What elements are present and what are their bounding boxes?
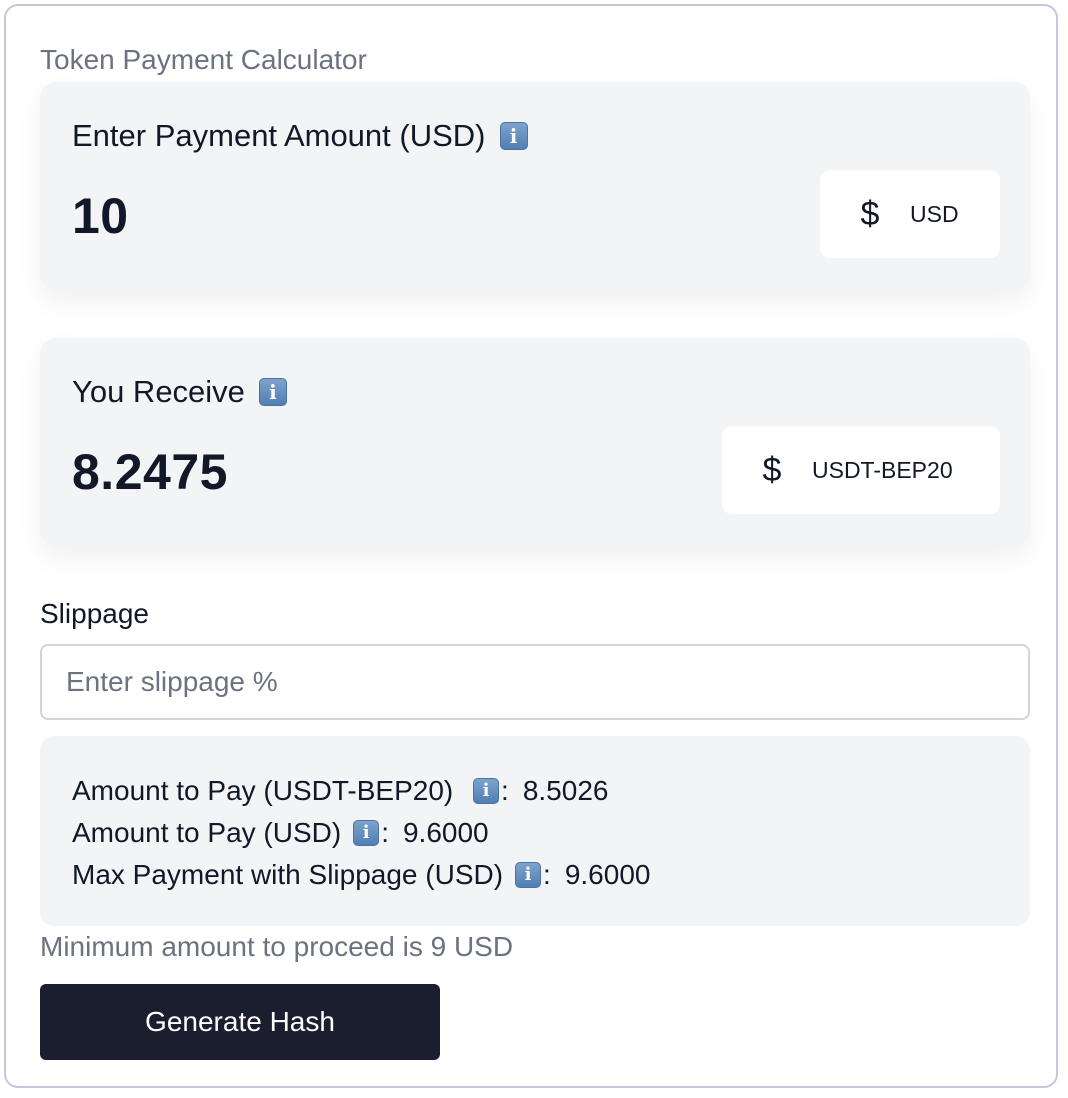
dollar-icon: $	[860, 195, 880, 233]
payment-amount-label: Enter Payment Amount (USD)	[72, 118, 486, 153]
summary-label: Max Payment with Slippage (USD)	[72, 859, 504, 890]
slippage-input[interactable]	[40, 644, 1030, 720]
summary-value: 9.6000	[564, 859, 651, 890]
summary-separator: :	[381, 817, 389, 848]
receive-label: You Receive	[72, 374, 245, 409]
payment-amount-panel: Enter Payment Amount (USD) i 10 $ USD	[40, 82, 1030, 290]
pay-currency-selector[interactable]: $ USD	[820, 170, 1000, 258]
dollar-icon: $	[762, 451, 782, 489]
slippage-label: Slippage	[40, 598, 149, 629]
info-icon[interactable]: i	[515, 862, 542, 888]
payment-amount-value[interactable]: 10	[72, 186, 129, 246]
token-payment-calculator-card: Token Payment Calculator Enter Payment A…	[4, 4, 1058, 1088]
info-icon[interactable]: i	[258, 378, 287, 406]
summary-separator: :	[543, 859, 551, 890]
summary-row-max-payment: Max Payment with Slippage (USD) i : 9.60…	[72, 854, 1030, 896]
summary-label: Amount to Pay (USD)	[72, 817, 342, 848]
info-icon[interactable]: i	[499, 122, 528, 150]
summary-row-amount-usdt: Amount to Pay (USDT-BEP20) i : 8.5026	[72, 770, 1030, 812]
receive-amount-panel: You Receive i 8.2475 $ USDT-BEP20	[40, 338, 1030, 546]
summary-value: 8.5026	[522, 775, 609, 806]
payment-summary-panel: Amount to Pay (USDT-BEP20) i : 8.5026 Am…	[40, 736, 1030, 926]
receive-amount-value: 8.2475	[72, 444, 228, 500]
receive-currency-selector[interactable]: $ USDT-BEP20	[722, 426, 1000, 514]
receive-label-row: You Receive i	[72, 374, 287, 410]
summary-label: Amount to Pay (USDT-BEP20)	[72, 775, 462, 806]
minimum-amount-note: Minimum amount to proceed is 9 USD	[40, 931, 514, 962]
generate-hash-button[interactable]: Generate Hash	[40, 984, 440, 1060]
info-icon[interactable]: i	[473, 778, 500, 804]
summary-row-amount-usd: Amount to Pay (USD) i : 9.6000	[72, 812, 1030, 854]
summary-separator: :	[501, 775, 509, 806]
receive-currency-label: USDT-BEP20	[812, 457, 953, 483]
summary-value: 9.6000	[402, 817, 489, 848]
payment-amount-label-row: Enter Payment Amount (USD) i	[72, 118, 528, 154]
calculator-title: Token Payment Calculator	[40, 44, 367, 75]
info-icon[interactable]: i	[353, 820, 380, 846]
pay-currency-label: USD	[910, 201, 959, 227]
